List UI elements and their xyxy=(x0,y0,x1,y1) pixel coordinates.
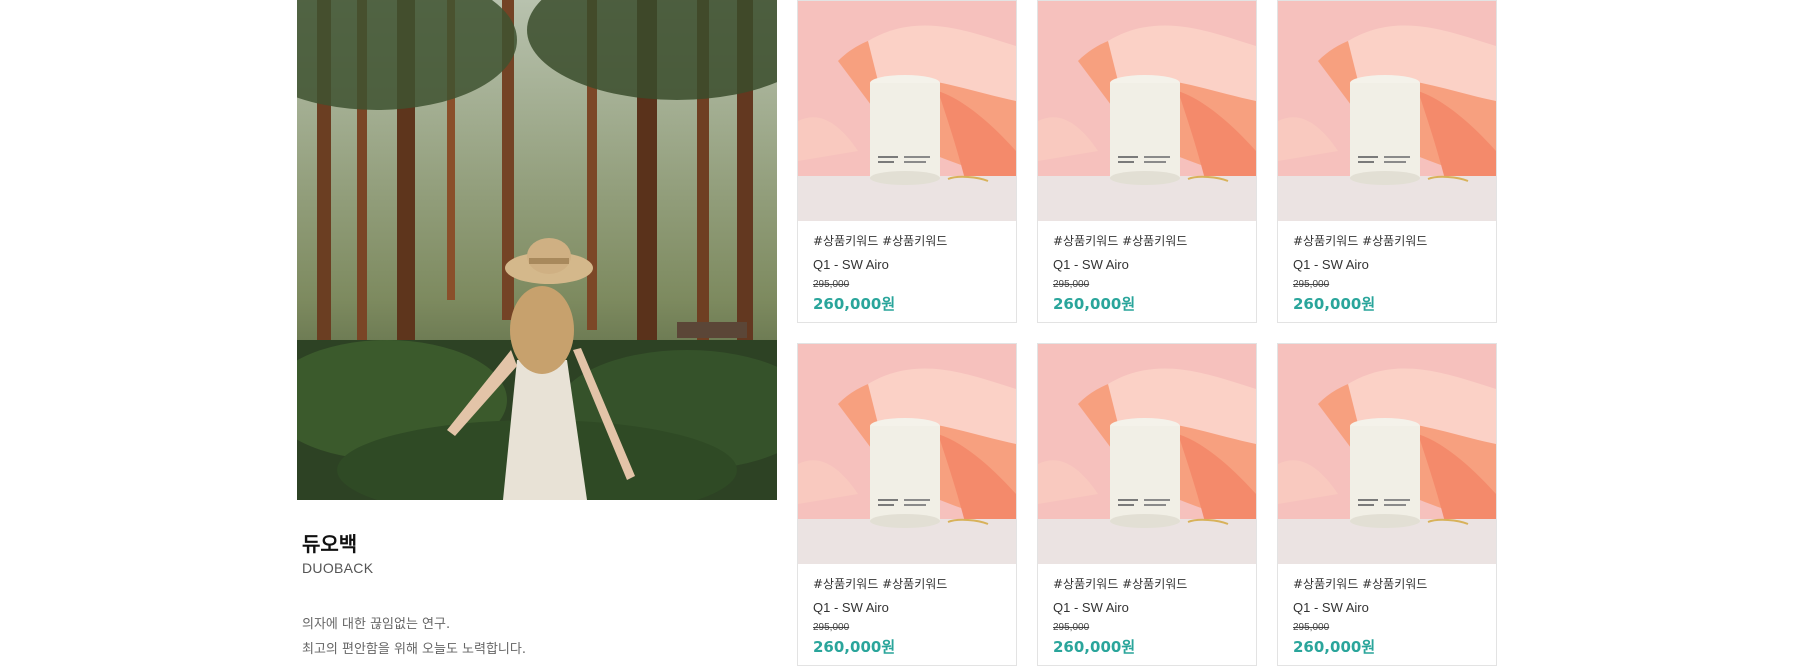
product-price: 260,000원 xyxy=(1053,295,1136,313)
product-image[interactable] xyxy=(1278,1,1496,221)
product-keywords: #상품키워드 #상품키워드 xyxy=(1053,234,1188,248)
product-price: 260,000원 xyxy=(813,638,896,656)
product-original-price: 295,000 xyxy=(813,622,850,633)
product-name[interactable]: Q1 - SW Airo xyxy=(1293,600,1481,615)
product-image[interactable] xyxy=(1038,1,1256,221)
product-price: 260,000원 xyxy=(1293,295,1376,313)
product-card[interactable]: #상품키워드 #상품키워드 Q1 - SW Airo 295,000 260,0… xyxy=(1037,0,1257,323)
brand-hero-image[interactable] xyxy=(297,0,777,500)
brand-name: 듀오백 xyxy=(302,532,358,556)
product-original-price: 295,000 xyxy=(1293,622,1330,633)
product-card[interactable]: #상품키워드 #상품키워드 Q1 - SW Airo 295,000 260,0… xyxy=(1277,0,1497,323)
product-keywords: #상품키워드 #상품키워드 xyxy=(1293,234,1428,248)
brand-description-line: 의자에 대한 끊임없는 연구. xyxy=(302,617,451,632)
brand-description: 의자에 대한 끊임없는 연구. 최고의 편안함을 위해 오늘도 노력합니다. xyxy=(302,612,526,662)
product-original-price: 295,000 xyxy=(813,279,850,290)
product-original-price: 295,000 xyxy=(1293,279,1330,290)
product-card[interactable]: #상품키워드 #상품키워드 Q1 - SW Airo 295,000 260,0… xyxy=(1277,343,1497,666)
product-info: #상품키워드 #상품키워드 Q1 - SW Airo 295,000 260,0… xyxy=(1038,575,1256,657)
product-name[interactable]: Q1 - SW Airo xyxy=(813,257,1001,272)
product-price: 260,000원 xyxy=(1053,638,1136,656)
product-name[interactable]: Q1 - SW Airo xyxy=(1053,600,1241,615)
product-keywords: #상품키워드 #상품키워드 xyxy=(813,234,948,248)
product-image[interactable] xyxy=(1038,344,1256,564)
product-name[interactable]: Q1 - SW Airo xyxy=(813,600,1001,615)
product-original-price: 295,000 xyxy=(1053,279,1090,290)
product-info: #상품키워드 #상품키워드 Q1 - SW Airo 295,000 260,0… xyxy=(1278,575,1496,657)
product-keywords: #상품키워드 #상품키워드 xyxy=(813,577,948,591)
product-name[interactable]: Q1 - SW Airo xyxy=(1053,257,1241,272)
product-image[interactable] xyxy=(798,344,1016,564)
brand-subtitle: DUOBACK xyxy=(302,560,374,576)
product-info: #상품키워드 #상품키워드 Q1 - SW Airo 295,000 260,0… xyxy=(1278,232,1496,314)
product-image[interactable] xyxy=(798,1,1016,221)
brand-description-line: 최고의 편안함을 위해 오늘도 노력합니다. xyxy=(302,642,526,657)
product-original-price: 295,000 xyxy=(1053,622,1090,633)
product-info: #상품키워드 #상품키워드 Q1 - SW Airo 295,000 260,0… xyxy=(1038,232,1256,314)
product-info: #상품키워드 #상품키워드 Q1 - SW Airo 295,000 260,0… xyxy=(798,575,1016,657)
product-keywords: #상품키워드 #상품키워드 xyxy=(1293,577,1428,591)
brand-section: 듀오백 DUOBACK 의자에 대한 끊임없는 연구. 최고의 편안함을 위해 … xyxy=(297,0,777,666)
product-info: #상품키워드 #상품키워드 Q1 - SW Airo 295,000 260,0… xyxy=(798,232,1016,314)
product-card[interactable]: #상품키워드 #상품키워드 Q1 - SW Airo 295,000 260,0… xyxy=(797,0,1017,323)
product-card[interactable]: #상품키워드 #상품키워드 Q1 - SW Airo 295,000 260,0… xyxy=(1037,343,1257,666)
product-keywords: #상품키워드 #상품키워드 xyxy=(1053,577,1188,591)
page: 듀오백 DUOBACK 의자에 대한 끊임없는 연구. 최고의 편안함을 위해 … xyxy=(0,0,1794,666)
product-image[interactable] xyxy=(1278,344,1496,564)
product-price: 260,000원 xyxy=(813,295,896,313)
product-price: 260,000원 xyxy=(1293,638,1376,656)
product-grid: #상품키워드 #상품키워드 Q1 - SW Airo 295,000 260,0… xyxy=(797,0,1497,666)
product-card[interactable]: #상품키워드 #상품키워드 Q1 - SW Airo 295,000 260,0… xyxy=(797,343,1017,666)
product-name[interactable]: Q1 - SW Airo xyxy=(1293,257,1481,272)
